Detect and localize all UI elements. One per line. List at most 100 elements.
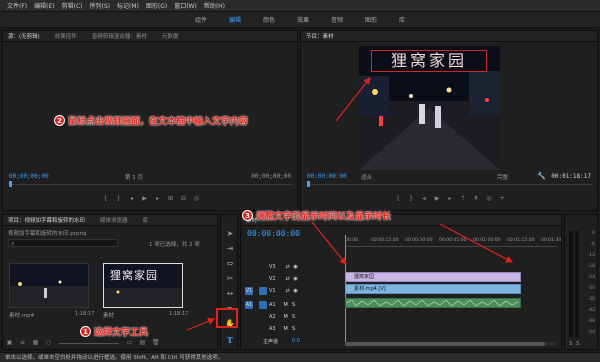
eye-icon[interactable]: ◉ [292,263,300,271]
play-icon[interactable]: ▶ [141,196,148,202]
source-timecode[interactable]: 00;00;00;00 [9,173,49,180]
lift-icon[interactable]: ⇡ [460,196,467,202]
tab-project[interactable]: 项目：视频加字幕和旋转的水印 [8,216,85,224]
timeline-scrollbar[interactable] [345,342,557,346]
slip-tool-icon[interactable]: ↔ [224,289,236,299]
export-frame-icon[interactable]: ◎ [193,196,200,202]
program-fit-select[interactable]: 适合 [361,173,372,181]
sync-lock-icon[interactable]: ⇄ [284,275,292,283]
workspace-color[interactable]: 颜色 [263,15,275,24]
program-quality-select[interactable]: 完整 [497,173,508,181]
workspace-libraries[interactable]: 库 [399,15,405,24]
menu-window[interactable]: 窗口(W) [174,1,197,10]
track-target-a2[interactable] [259,313,267,321]
selection-tool-icon[interactable]: ➤ [224,229,236,239]
tab-effect-controls[interactable]: 效果控件 [55,32,77,40]
wrench-icon[interactable]: 🔧 [537,172,546,180]
project-item-sequence[interactable]: 狸窝家园 [103,263,183,308]
solo-icon[interactable]: S [290,313,298,321]
mute-icon[interactable]: M [282,313,290,321]
menu-sequence[interactable]: 序列(S) [90,1,111,10]
type-tool-icon[interactable]: T [224,335,236,345]
new-bin-icon[interactable]: ▭ [126,340,133,346]
new-item-icon[interactable]: ▤ [139,340,146,346]
menu-graphics[interactable]: 图形(G) [146,1,167,10]
workspace-assembly[interactable]: 组件 [195,15,207,24]
track-target-a3[interactable] [259,325,267,333]
menu-help[interactable]: 帮助(H) [204,1,225,10]
program-scrub-bar[interactable] [307,184,593,185]
audio-clip[interactable] [345,298,521,308]
eye-icon[interactable]: ◉ [292,275,300,283]
video-clip[interactable]: 素材.mp4 [V] [345,284,521,294]
meter-solo-right[interactable]: S [576,341,579,347]
timeline-timecode[interactable]: 00:00:00:00 [247,229,300,238]
master-value[interactable]: 0.0 [292,338,300,344]
meter-tick-7: -42 [587,308,595,313]
tab-audio-mixer[interactable]: 音频剪辑混合器：素材 [92,32,147,40]
source-patch-a1[interactable]: A1 [245,301,253,309]
mark-out-icon[interactable]: } [408,196,415,202]
program-playhead[interactable] [307,181,310,187]
step-forward-icon[interactable]: ▸ [447,196,454,202]
zoom-slider[interactable] [59,342,119,344]
workspace-audio[interactable]: 音频 [331,15,343,24]
project-search-input[interactable]: ⌕ [8,239,118,247]
menu-edit[interactable]: 编辑(E) [34,1,54,10]
program-timecode[interactable]: 00:00:00:00 [307,173,347,180]
sync-lock-icon[interactable]: ⇄ [284,287,292,295]
lock-icon[interactable]: ▣ [6,340,13,346]
step-back-icon[interactable]: ◂ [128,196,135,202]
menu-marker[interactable]: 标记(M) [117,1,139,10]
solo-icon[interactable]: S [290,301,298,309]
title-clip[interactable]: 狸窝家园 [345,272,521,282]
source-page[interactable]: 第 1 页 [125,173,143,181]
track-target-a1[interactable] [259,301,267,309]
add-button-icon[interactable]: + [499,196,506,202]
tab-libraries[interactable]: 库 [143,216,149,224]
project-item-video[interactable] [9,263,89,308]
solo-icon[interactable]: S [290,325,298,333]
play-icon[interactable]: ▶ [434,196,441,202]
delete-icon[interactable]: 🗑 [152,340,160,346]
overwrite-icon[interactable]: ⊟ [180,196,187,202]
icon-view-icon[interactable]: ▦ [32,340,39,346]
video-title-box[interactable]: 狸窝家园 [371,50,487,72]
track-target-v1[interactable] [259,287,267,295]
mark-in-icon[interactable]: { [102,196,109,202]
timeline-scroll-thumb[interactable] [345,342,545,346]
workspace-editing[interactable]: 编辑 [229,15,241,24]
track-target-v2[interactable] [259,275,267,283]
workspace-effects[interactable]: 效果 [297,15,309,24]
track-target-v3[interactable] [259,263,267,271]
extract-icon[interactable]: ⇞ [473,196,480,202]
mark-in-icon[interactable]: { [395,196,402,202]
source-scrub-bar[interactable] [9,184,293,185]
tab-metadata[interactable]: 元数据 [162,32,179,40]
tab-program[interactable]: 节目：素材 [306,32,334,40]
step-back-icon[interactable]: ◂ [421,196,428,202]
timeline-ruler[interactable]: 00:00 00:00:15:00 00:00:30:00 00:00:45:0… [345,237,561,247]
menu-clip[interactable]: 剪辑(C) [62,1,83,10]
insert-icon[interactable]: ⊞ [167,196,174,202]
source-playhead[interactable] [9,181,12,187]
export-frame-icon[interactable]: ◎ [486,196,493,202]
mark-out-icon[interactable]: } [115,196,122,202]
mute-icon[interactable]: M [282,301,290,309]
eye-icon[interactable]: ◉ [292,287,300,295]
zoom-slider-icon[interactable]: ○ [45,340,52,346]
workspace-graphics[interactable]: 图形 [365,15,377,24]
tab-media-browser[interactable]: 媒体浏览器 [100,216,128,224]
step-forward-icon[interactable]: ▸ [154,196,161,202]
meter-solo-left[interactable]: S [569,341,572,347]
mute-icon[interactable]: M [282,325,290,333]
source-patch-v1[interactable]: V1 [245,287,253,295]
ripple-edit-tool-icon[interactable]: ⇔ [224,259,236,269]
menu-file[interactable]: 文件(F) [7,1,27,10]
list-view-icon[interactable]: ≡ [19,340,26,346]
tab-source[interactable]: 源：(无剪辑) [8,32,40,40]
program-video-frame[interactable]: 狸窝家园 [359,46,500,170]
sync-lock-icon[interactable]: ⇄ [284,263,292,271]
razor-tool-icon[interactable]: ✂ [224,274,236,284]
track-select-tool-icon[interactable]: ⇥ [224,244,236,254]
